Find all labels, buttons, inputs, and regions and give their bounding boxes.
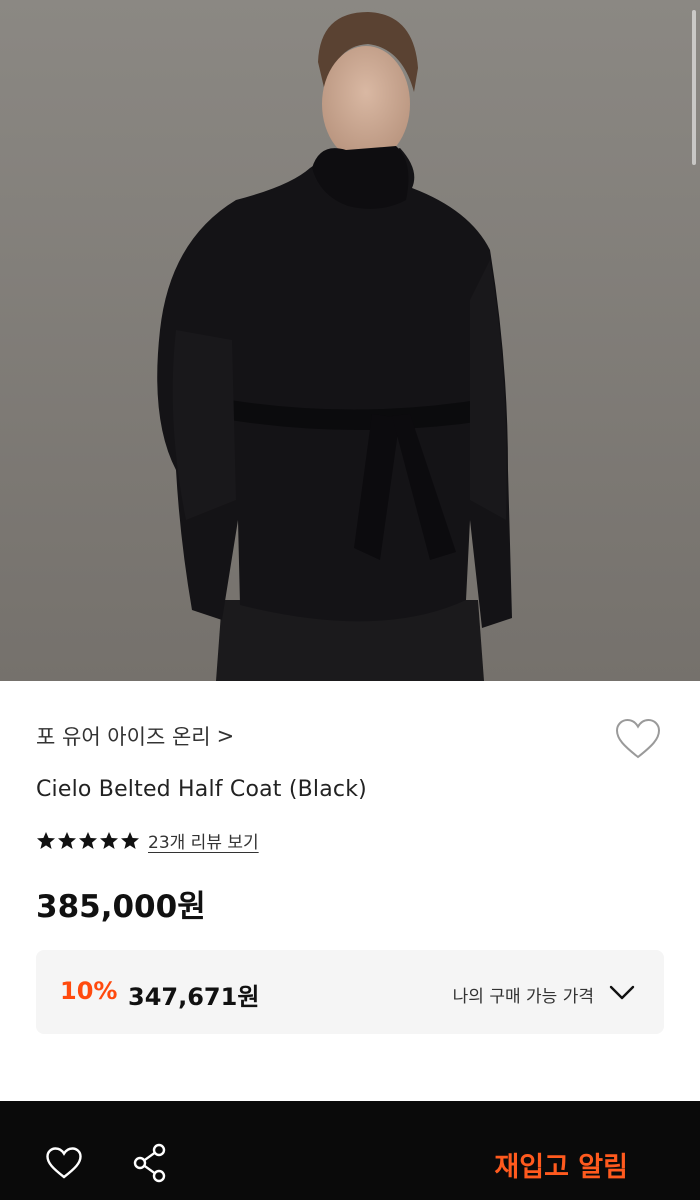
model-coat-photo xyxy=(0,0,700,681)
heart-outline-icon[interactable] xyxy=(614,717,662,761)
bottom-action-bar: 재입고 알림 xyxy=(0,1101,700,1200)
rating-row: 23개 리뷰 보기 xyxy=(36,828,259,853)
product-image[interactable] xyxy=(0,0,700,681)
chevron-down-icon[interactable] xyxy=(608,982,636,1002)
image-scrollbar[interactable] xyxy=(692,10,696,165)
brand-name: 포 유어 아이즈 온리 xyxy=(36,725,211,749)
discount-price: 347,671원 xyxy=(128,983,260,1011)
product-info: 포 유어 아이즈 온리 > Cielo Belted Half Coat (Bl… xyxy=(0,681,700,1101)
restock-alert-button[interactable]: 재입고 알림 xyxy=(494,1145,628,1184)
star-icon xyxy=(100,832,118,849)
product-price: 385,000원 xyxy=(36,889,206,925)
review-link[interactable]: 23개 리뷰 보기 xyxy=(148,828,259,853)
star-icon xyxy=(121,832,139,849)
discount-price-box[interactable]: 10% 347,671원 나의 구매 가능 가격 xyxy=(36,950,664,1034)
buyable-price-label: 나의 구매 가능 가격 xyxy=(452,987,594,1007)
star-icon xyxy=(79,832,97,849)
star-icon xyxy=(37,832,55,849)
brand-link[interactable]: 포 유어 아이즈 온리 > xyxy=(36,721,234,751)
star-icon xyxy=(58,832,76,849)
rating-stars xyxy=(36,831,140,850)
product-title: Cielo Belted Half Coat (Black) xyxy=(36,777,367,802)
share-icon[interactable] xyxy=(130,1142,170,1184)
chevron-right-icon: > xyxy=(216,724,235,748)
discount-rate: 10% xyxy=(60,977,118,1005)
wishlist-heart-icon[interactable] xyxy=(44,1145,84,1181)
